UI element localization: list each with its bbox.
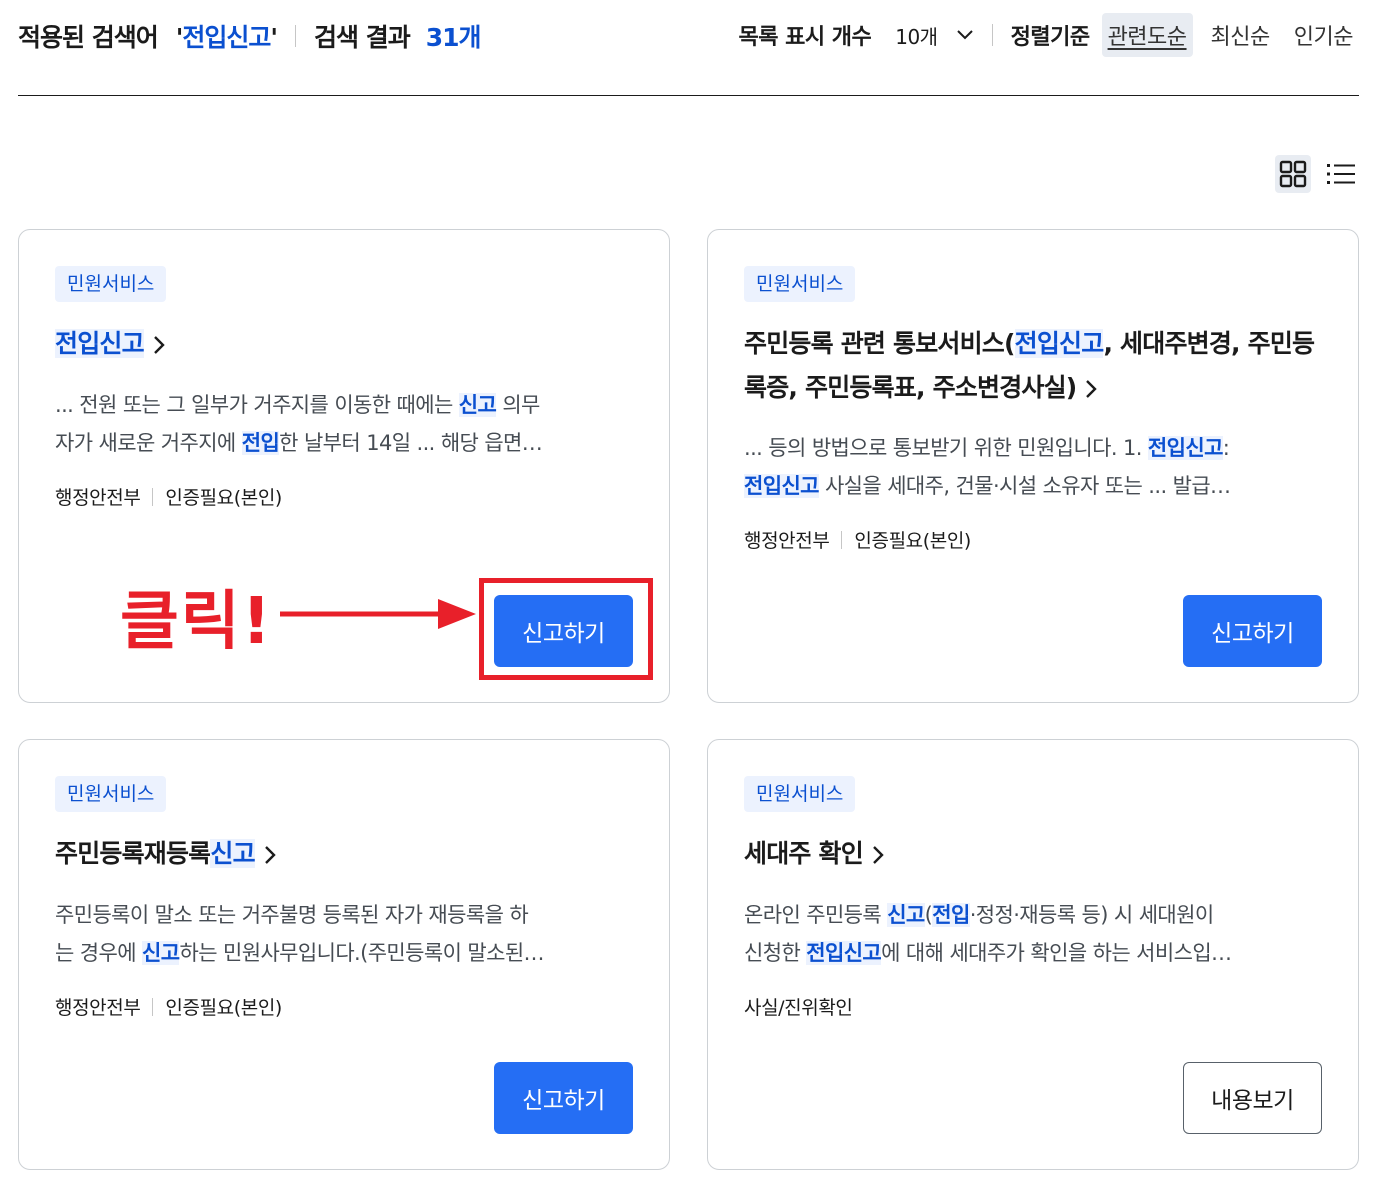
keyword-highlight: 신고: [210, 839, 256, 868]
keyword-highlight: 전입: [932, 903, 970, 927]
card-description: ... 전원 또는 그 일부가 거주지를 이동한 때에는 신고 의무 자가 새로운…: [55, 386, 633, 462]
description-line: 온라인 주민등록 신고(전입·정정·재등록 등) 시 세대원이: [744, 896, 1322, 934]
keyword-highlight: 신고: [458, 393, 497, 417]
description-text: 사실을 세대주, 건물·시설 소유자 또는 ... 발급…: [818, 474, 1231, 498]
card-meta: 사실/진위확인: [744, 993, 853, 1020]
search-result-header: 적용된 검색어 '전입신고' 검색 결과 31개 목록 표시 개수 10개 정렬…: [18, 0, 1359, 96]
divider: [152, 487, 154, 506]
agency-name: 행정안전부: [55, 997, 141, 1019]
category-tag: 민원서비스: [55, 266, 167, 302]
annotation-click-label: 클릭!: [120, 585, 273, 659]
card-title-link[interactable]: 주민등록 관련 통보서비스(전입신고, 세대주변경, 주민등록증, 주민등록표,…: [744, 322, 1324, 410]
title-text: 주민등록 관련 통보서비스(: [744, 329, 1015, 358]
description-text: 의무: [496, 393, 540, 417]
description-line: 는 경우에 신고하는 민원사무입니다.(주민등록이 말소된…: [55, 934, 633, 972]
sort-option-popular[interactable]: 인기순: [1288, 13, 1359, 57]
result-label: 검색 결과: [314, 23, 411, 52]
auth-requirement: 인증필요(본인): [854, 530, 971, 552]
description-text: 한 날부터 14일 ... 해당 읍면…: [279, 431, 543, 455]
keyword-text: 전입신고: [182, 23, 271, 52]
divider: [152, 997, 154, 1016]
description-line: ... 전원 또는 그 일부가 거주지를 이동한 때에는 신고 의무: [55, 386, 633, 424]
description-line: 주민등록이 말소 또는 거주불명 등록된 자가 재등록을 하: [55, 896, 633, 934]
agency-name: 행정안전부: [55, 487, 141, 509]
report-button[interactable]: 신고하기: [494, 1062, 633, 1134]
applied-keyword: '전입신고': [175, 23, 278, 52]
description-text: 신청한: [744, 941, 807, 965]
title-text: 세대주 확인: [744, 839, 864, 868]
keyword-highlight: 전입: [241, 431, 280, 455]
description-text: 온라인 주민등록: [744, 903, 888, 927]
card-title-link[interactable]: 세대주 확인: [744, 832, 1324, 876]
divider: [295, 25, 297, 47]
card-description: 주민등록이 말소 또는 거주불명 등록된 자가 재등록을 하는 경우에 신고하는…: [55, 896, 633, 972]
keyword-highlight: 신고: [887, 903, 925, 927]
card-meta: 행정안전부 인증필요(본인): [744, 526, 971, 553]
description-line: 신청한 전입신고에 대해 세대주가 확인을 하는 서비스입…: [744, 934, 1322, 972]
per-page-label: 목록 표시 개수: [738, 25, 872, 50]
card-meta: 행정안전부 인증필요(본인): [55, 483, 282, 510]
grid-view-button[interactable]: [1275, 155, 1311, 193]
list-view-button[interactable]: [1323, 155, 1359, 193]
card-title-link[interactable]: 전입신고: [55, 322, 635, 366]
category-tag: 민원서비스: [744, 266, 856, 302]
category-tag: 민원서비스: [55, 776, 167, 812]
keyword-highlight: 전입신고: [806, 941, 882, 965]
result-card: 민원서비스 세대주 확인 온라인 주민등록 신고(전입·정정·재등록 등) 시 …: [707, 739, 1359, 1170]
description-line: ... 등의 방법으로 통보받기 위한 민원입니다. 1. 전입신고:: [744, 429, 1322, 467]
description-text: 자가 새로운 거주지에: [55, 431, 242, 455]
agency-name: 사실/진위확인: [744, 997, 853, 1019]
result-card: 민원서비스 주민등록재등록신고 주민등록이 말소 또는 거주불명 등록된 자가 …: [18, 739, 670, 1170]
chevron-right-icon: [153, 336, 165, 354]
list-controls: 목록 표시 개수 10개 정렬기준 관련도순 최신순 인기순: [738, 13, 1359, 57]
sort-option-relevance[interactable]: 관련도순: [1101, 13, 1193, 57]
keyword-highlight: 전입신고: [744, 474, 819, 498]
keyword-highlight: 전입신고: [55, 329, 145, 358]
card-description: 온라인 주민등록 신고(전입·정정·재등록 등) 시 세대원이 신청한 전입신고에…: [744, 896, 1322, 972]
description-text: 에 대해 세대주가 확인을 하는 서비스입…: [881, 941, 1232, 965]
list-view-icon: [1327, 164, 1355, 184]
per-page-select[interactable]: 10개: [895, 21, 973, 50]
auth-requirement: 인증필요(본인): [165, 997, 282, 1019]
description-text: ·정정·재등록 등) 시 세대원이: [969, 903, 1214, 927]
chevron-right-icon: [1086, 380, 1098, 398]
grid-view-icon: [1279, 160, 1307, 188]
auth-requirement: 인증필요(본인): [165, 487, 282, 509]
divider: [841, 530, 843, 549]
description-text: 주민등록이 말소 또는 거주불명 등록된 자가 재등록을 하: [55, 903, 529, 927]
description-text: 하는 민원사무입니다.(주민등록이 말소된…: [179, 941, 544, 965]
result-count: 31개: [425, 23, 482, 52]
report-button[interactable]: 신고하기: [1183, 595, 1322, 667]
view-details-button[interactable]: 내용보기: [1183, 1062, 1322, 1134]
per-page-value: 10개: [895, 24, 938, 49]
description-line: 자가 새로운 거주지에 전입한 날부터 14일 ... 해당 읍면…: [55, 424, 633, 462]
result-card: 민원서비스 주민등록 관련 통보서비스(전입신고, 세대주변경, 주민등록증, …: [707, 229, 1359, 703]
description-text: ... 전원 또는 그 일부가 거주지를 이동한 때에는: [55, 393, 459, 417]
agency-name: 행정안전부: [744, 530, 830, 552]
keyword-highlight: 전입신고: [1014, 329, 1104, 358]
description-text: :: [1222, 436, 1230, 460]
sort-label: 정렬기준: [1010, 25, 1090, 50]
applied-keyword-label: 적용된 검색어: [18, 23, 159, 52]
keyword-highlight: 전입신고: [1147, 436, 1223, 460]
keyword-highlight: 신고: [142, 941, 180, 965]
description-line: 전입신고 사실을 세대주, 건물·시설 소유자 또는 ... 발급…: [744, 467, 1322, 505]
title-text: 주민등록재등록: [55, 839, 211, 868]
card-title-link[interactable]: 주민등록재등록신고: [55, 832, 635, 876]
description-text: ... 등의 방법으로 통보받기 위한 민원입니다. 1.: [744, 436, 1148, 460]
card-description: ... 등의 방법으로 통보받기 위한 민원입니다. 1. 전입신고: 전입신고 …: [744, 429, 1322, 505]
sort-option-latest[interactable]: 최신순: [1205, 13, 1276, 57]
annotation-arrow-icon: [280, 599, 476, 629]
card-meta: 행정안전부 인증필요(본인): [55, 993, 282, 1020]
chevron-right-icon: [873, 846, 884, 864]
description-text: 는 경우에: [55, 941, 143, 965]
category-tag: 민원서비스: [744, 776, 856, 812]
annotation-highlight-box: [479, 578, 653, 680]
divider: [991, 24, 993, 46]
chevron-right-icon: [264, 846, 276, 864]
search-summary: 적용된 검색어 '전입신고' 검색 결과 31개: [18, 18, 482, 54]
chevron-down-icon: [956, 30, 973, 40]
